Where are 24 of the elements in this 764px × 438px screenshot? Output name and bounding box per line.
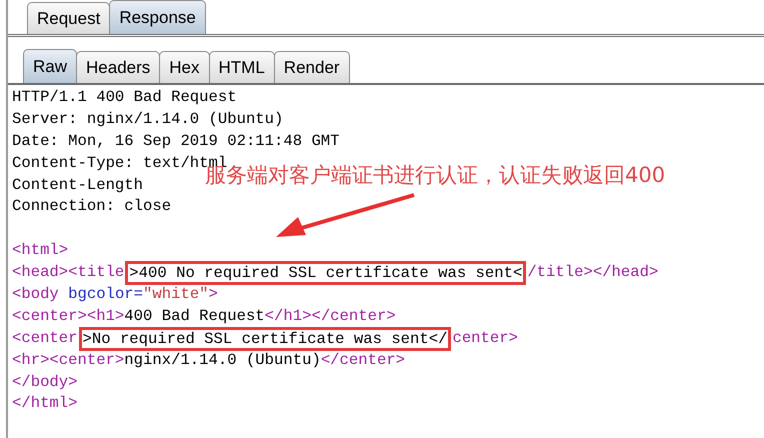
code-text: <head><title [12,262,124,284]
code-line: Server: nginx/1.14.0 (Ubuntu) [12,110,284,128]
code-line: HTTP/1.1 400 Bad Request [12,88,237,106]
code-line: Connection: close [12,197,172,216]
code-line: </body> [12,372,78,391]
code-line: Content-Length [12,176,144,194]
code-line: <center><h1>400 Bad Request</h1></center> [12,306,396,325]
code-text: center> [452,328,518,349]
code-line: Date: Mon, 16 Sep 2019 02:11:48 GMT [12,132,340,150]
tab[interactable]: Headers [76,51,160,83]
code-line: <body bgcolor="white"> [12,285,218,304]
tab[interactable]: HTML [208,51,275,83]
code-line: </html> [12,394,78,412]
tab[interactable]: Hex [159,51,210,83]
code-line: <html> [12,241,68,260]
code-text: <center [12,328,78,349]
highlighted-text: >400 No required SSL certificate was sent< [125,261,526,286]
tab[interactable]: Request [27,2,110,34]
code-text: /title></head> [527,262,658,284]
tab[interactable]: Render [274,51,350,83]
highlighted-text: >No required SSL certificate was sent</ [78,326,452,351]
code-line: <hr><center>nginx/1.14.0 (Ubuntu)</center> [12,350,406,369]
tab[interactable]: Raw [23,49,78,83]
tab[interactable]: Response [109,0,206,34]
